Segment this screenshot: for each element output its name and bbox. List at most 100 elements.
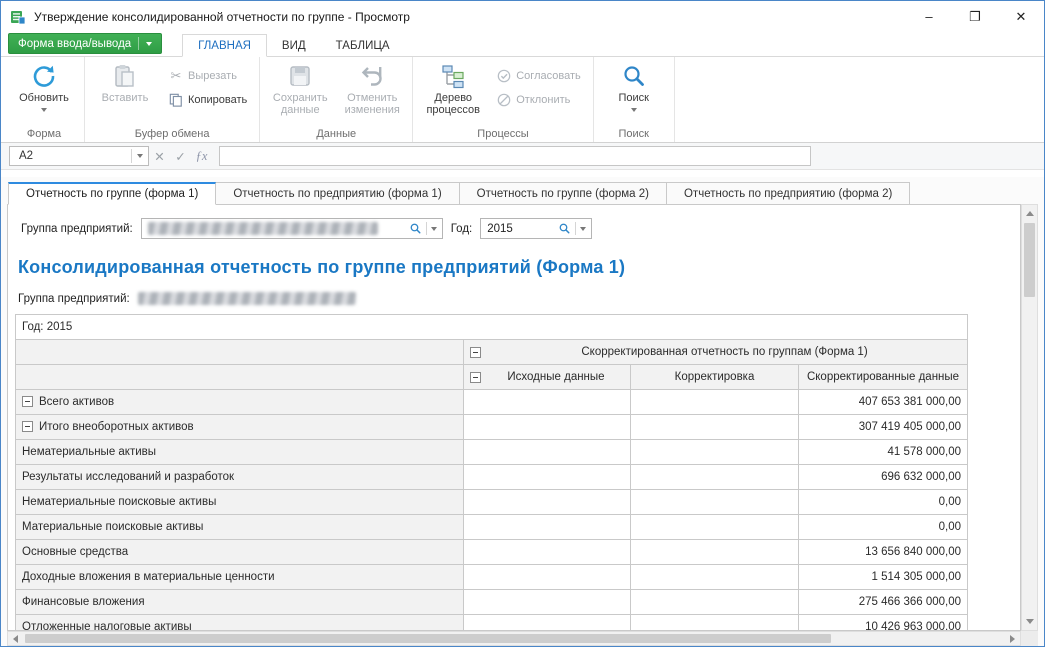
scroll-down-arrow[interactable] xyxy=(1022,614,1037,629)
data-cell[interactable]: 1 514 305 000,00 xyxy=(799,565,968,590)
undo-changes-button[interactable]: Отменить изменения xyxy=(337,60,407,124)
ribbon-tab-glavnaya[interactable]: ГЛАВНАЯ xyxy=(182,34,267,57)
column-header-ishodnye[interactable]: Исходные данные xyxy=(464,365,631,390)
data-cell[interactable] xyxy=(464,440,631,465)
data-cell[interactable] xyxy=(464,540,631,565)
data-cell[interactable] xyxy=(631,615,799,632)
data-cell[interactable]: 13 656 840 000,00 xyxy=(799,540,968,565)
year-row: Год: 2015 xyxy=(16,315,968,340)
data-cell[interactable] xyxy=(631,390,799,415)
tab-otchetnost-predpriyatie-forma1[interactable]: Отчетность по предприятию (форма 1) xyxy=(216,182,459,205)
confirm-icon[interactable]: ✓ xyxy=(170,149,191,164)
cell-reference-box[interactable]: A2 xyxy=(9,146,149,166)
report-group-line: Группа предприятий: xyxy=(18,292,1020,305)
vertical-scrollbar[interactable] xyxy=(1021,204,1038,631)
year-filter-combobox[interactable]: 2015 xyxy=(480,218,592,239)
chevron-down-icon[interactable] xyxy=(431,227,437,231)
report-table: Год: 2015 Скорректированная отчетность п… xyxy=(15,314,968,631)
ribbon-tab-vid[interactable]: ВИД xyxy=(267,35,321,56)
data-cell[interactable]: 0,00 xyxy=(799,490,968,515)
vertical-scroll-thumb[interactable] xyxy=(1024,223,1035,297)
data-cell[interactable]: 10 426 963 000,00 xyxy=(799,615,968,632)
data-cell[interactable]: 696 632 000,00 xyxy=(799,465,968,490)
data-cell[interactable] xyxy=(631,490,799,515)
minimize-button[interactable]: – xyxy=(906,1,952,32)
table-row: Итого внеоборотных активов 307 419 405 0… xyxy=(16,415,968,440)
horizontal-scrollbar[interactable] xyxy=(7,631,1021,646)
approve-button[interactable]: Согласовать xyxy=(490,66,587,86)
data-cell[interactable] xyxy=(464,515,631,540)
column-header-korrektirovka[interactable]: Корректировка xyxy=(631,365,799,390)
save-data-button[interactable]: Сохранить данные xyxy=(265,60,335,124)
row-label-cell[interactable]: Доходные вложения в материальные ценност… xyxy=(16,565,464,590)
data-cell[interactable] xyxy=(464,565,631,590)
row-label-cell[interactable]: Материальные поисковые активы xyxy=(16,515,464,540)
tab-otchetnost-predpriyatie-forma2[interactable]: Отчетность по предприятию (форма 2) xyxy=(667,182,910,205)
form-io-menu-button[interactable]: Форма ввода/вывода xyxy=(8,33,162,54)
row-label-cell[interactable]: Результаты исследований и разработок xyxy=(16,465,464,490)
row-label-cell[interactable]: Итого внеоборотных активов xyxy=(16,415,464,440)
undo-icon xyxy=(359,63,385,89)
close-button[interactable]: ✕ xyxy=(998,1,1044,32)
cancel-icon[interactable]: ✕ xyxy=(149,149,170,164)
copy-button[interactable]: Копировать xyxy=(162,90,254,110)
data-cell[interactable] xyxy=(631,440,799,465)
corner-cell[interactable] xyxy=(16,340,464,365)
data-cell[interactable]: 275 466 366 000,00 xyxy=(799,590,968,615)
row-label-cell[interactable]: Финансовые вложения xyxy=(16,590,464,615)
maximize-button[interactable]: ❐ xyxy=(952,1,998,32)
data-cell[interactable] xyxy=(464,590,631,615)
year-filter-label: Год: xyxy=(451,223,473,235)
row-label-cell[interactable]: Нематериальные поисковые активы xyxy=(16,490,464,515)
column-header-skorrektirovannye[interactable]: Скорректированные данные xyxy=(799,365,968,390)
cut-button[interactable]: ✂ Вырезать xyxy=(162,66,254,86)
data-cell[interactable] xyxy=(631,465,799,490)
ribbon-group-label: Процессы xyxy=(413,128,592,140)
search-button[interactable]: Поиск xyxy=(599,60,669,124)
header-group-cell[interactable]: Скорректированная отчетность по группам … xyxy=(464,340,968,365)
data-cell[interactable] xyxy=(464,465,631,490)
ribbon-tab-tablitsa[interactable]: ТАБЛИЦА xyxy=(321,35,405,56)
data-cell[interactable] xyxy=(464,415,631,440)
search-icon[interactable] xyxy=(558,222,571,235)
reject-button[interactable]: Отклонить xyxy=(490,90,587,110)
data-cell[interactable] xyxy=(631,565,799,590)
scroll-right-arrow[interactable] xyxy=(1005,631,1020,646)
row-label-cell[interactable]: Отложенные налоговые активы xyxy=(16,615,464,632)
data-cell[interactable]: 407 653 381 000,00 xyxy=(799,390,968,415)
data-cell[interactable]: 0,00 xyxy=(799,515,968,540)
scroll-up-arrow[interactable] xyxy=(1022,206,1037,221)
formula-input[interactable] xyxy=(219,146,811,166)
function-icon[interactable]: ƒx xyxy=(191,149,212,164)
data-cell[interactable]: 41 578 000,00 xyxy=(799,440,968,465)
chevron-down-icon[interactable] xyxy=(580,227,586,231)
search-icon[interactable] xyxy=(409,222,422,235)
process-tree-button[interactable]: Дерево процессов xyxy=(418,60,488,124)
corner-cell[interactable] xyxy=(16,365,464,390)
collapse-icon[interactable] xyxy=(470,372,481,383)
table-row: Финансовые вложения 275 466 366 000,00 xyxy=(16,590,968,615)
row-label-cell[interactable]: Всего активов xyxy=(16,390,464,415)
row-label-cell[interactable]: Основные средства xyxy=(16,540,464,565)
data-cell[interactable] xyxy=(464,615,631,632)
refresh-button[interactable]: Обновить xyxy=(9,60,79,124)
collapse-icon[interactable] xyxy=(470,347,481,358)
row-label-cell[interactable]: Нематериальные активы xyxy=(16,440,464,465)
scroll-left-arrow[interactable] xyxy=(8,631,23,646)
paste-button[interactable]: Вставить xyxy=(90,60,160,124)
tab-otchetnost-gruppa-forma1[interactable]: Отчетность по группе (форма 1) xyxy=(8,182,216,205)
data-cell[interactable]: 307 419 405 000,00 xyxy=(799,415,968,440)
data-cell[interactable] xyxy=(464,490,631,515)
data-cell[interactable] xyxy=(631,415,799,440)
data-cell[interactable] xyxy=(631,590,799,615)
collapse-icon[interactable] xyxy=(22,396,33,407)
data-cell[interactable] xyxy=(464,390,631,415)
year-cell[interactable]: Год: 2015 xyxy=(16,315,968,340)
data-cell[interactable] xyxy=(631,540,799,565)
data-cell[interactable] xyxy=(631,515,799,540)
collapse-icon[interactable] xyxy=(22,421,33,432)
group-filter-combobox[interactable] xyxy=(141,218,443,239)
tab-otchetnost-gruppa-forma2[interactable]: Отчетность по группе (форма 2) xyxy=(460,182,667,205)
horizontal-scroll-thumb[interactable] xyxy=(25,634,831,643)
table-row: Отложенные налоговые активы 10 426 963 0… xyxy=(16,615,968,632)
